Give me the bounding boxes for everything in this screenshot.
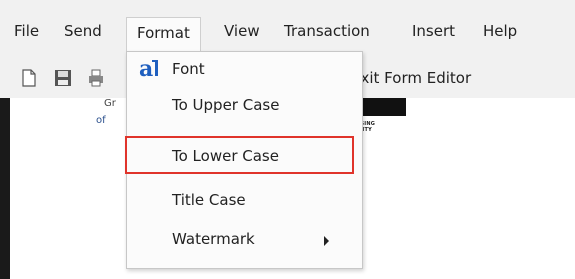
submenu-arrow-icon [324,236,329,246]
menu-item-label: Font [172,60,205,78]
menu-item-watermark[interactable]: Watermark [127,222,362,256]
document-text-fragment: Gr [104,98,116,109]
menu-item-to-upper-case[interactable]: To Upper Case [127,88,362,122]
document-frame-border [0,98,10,279]
menu-transaction[interactable]: Transaction [284,22,370,40]
menu-help[interactable]: Help [483,22,517,40]
menu-item-title-case[interactable]: Title Case [127,183,362,217]
font-icon: a [139,54,169,82]
menu-format[interactable]: Format [126,17,201,51]
svg-text:a: a [139,56,153,80]
menu-item-to-lower-case[interactable]: To Lower Case [125,136,354,174]
save-icon[interactable] [53,68,73,88]
document-text-fragment: of [96,115,106,126]
print-icon[interactable] [87,68,107,88]
menu-item-label: Watermark [172,230,255,248]
menu-item-label: To Lower Case [172,147,279,165]
new-document-icon[interactable] [19,68,39,88]
menu-insert[interactable]: Insert [412,22,455,40]
menu-view[interactable]: View [224,22,260,40]
menu-item-label: To Upper Case [172,96,280,114]
exit-form-editor-button[interactable]: Exit Form Editor [351,69,471,87]
format-dropdown-menu: a Font To Upper Case To Lower Case Title… [125,51,363,269]
menu-file[interactable]: File [14,22,39,40]
menu-item-font[interactable]: a Font [127,52,362,86]
menu-send[interactable]: Send [64,22,102,40]
menu-item-label: Title Case [172,191,246,209]
